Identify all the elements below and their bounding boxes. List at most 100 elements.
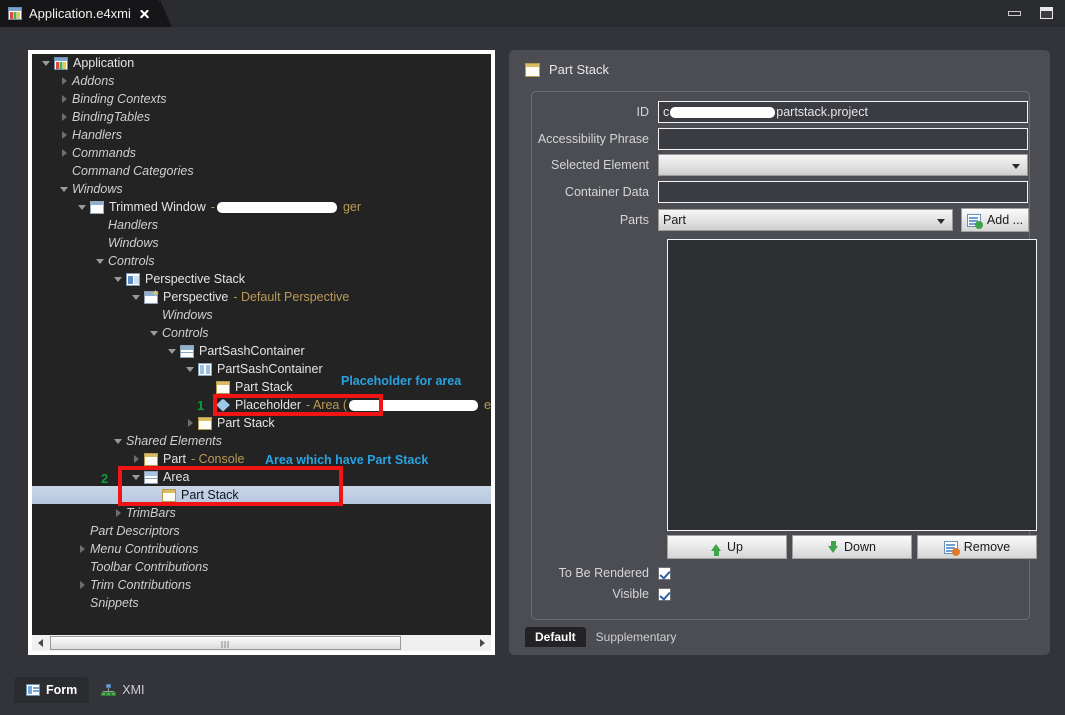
selected-element-combo[interactable]: [658, 154, 1028, 176]
collapse-arrow-icon[interactable]: [78, 580, 87, 590]
tree-row-label: Toolbar Contributions: [90, 560, 209, 574]
tree-row[interactable]: Binding Contexts: [32, 90, 491, 108]
scroll-thumb[interactable]: [50, 636, 401, 650]
expand-arrow-icon[interactable]: [132, 293, 141, 302]
annotation-placeholder-for-area: Placeholder for area: [341, 374, 462, 388]
add-button[interactable]: Add ...: [961, 208, 1029, 232]
tree-row-label: Snippets: [90, 596, 139, 610]
tree-row[interactable]: Menu Contributions: [32, 540, 491, 558]
maximize-icon: [1039, 7, 1053, 19]
down-button[interactable]: Down: [792, 535, 912, 559]
collapse-arrow-icon[interactable]: [60, 112, 69, 122]
minimize-button[interactable]: [1003, 3, 1025, 23]
tree-row[interactable]: Toolbar Contributions: [32, 558, 491, 576]
parts-combo[interactable]: Part: [658, 209, 953, 231]
to-be-rendered-checkbox[interactable]: [658, 566, 671, 580]
expand-arrow-icon[interactable]: [186, 365, 195, 374]
tree-row[interactable]: Snippets: [32, 594, 491, 612]
scroll-track[interactable]: [402, 635, 474, 651]
collapse-arrow-icon[interactable]: [60, 148, 69, 158]
expand-arrow-icon[interactable]: [132, 473, 141, 482]
up-button[interactable]: Up: [667, 535, 787, 559]
tree-row-label: Windows: [108, 236, 159, 250]
tree-row[interactable]: Controls: [32, 324, 491, 342]
page-tab-form[interactable]: Form: [14, 677, 90, 703]
tree-row-label: Binding Contexts: [72, 92, 167, 106]
tree-row[interactable]: Command Categories: [32, 162, 491, 180]
collapse-arrow-icon[interactable]: [60, 130, 69, 140]
tree-row[interactable]: Application: [32, 54, 491, 72]
tree-row[interactable]: Commands: [32, 144, 491, 162]
tree-row[interactable]: TrimBars: [32, 504, 491, 522]
tree-row-label: PartSashContainer: [199, 344, 305, 358]
page-tab-xmi[interactable]: XMI: [89, 677, 156, 703]
editor-page-tabs: Form XMI: [14, 677, 156, 703]
tree-row-label: Perspective: [163, 290, 229, 304]
tree-row[interactable]: Addons: [32, 72, 491, 90]
expand-arrow-icon[interactable]: [114, 275, 123, 284]
scroll-left-arrow-icon[interactable]: [32, 635, 49, 651]
remove-button[interactable]: Remove: [917, 535, 1037, 559]
expand-arrow-icon[interactable]: [114, 437, 123, 446]
maximize-button[interactable]: [1035, 3, 1057, 23]
properties-title: Part Stack: [549, 62, 609, 77]
tree-row[interactable]: Windows: [32, 180, 491, 198]
expand-arrow-icon[interactable]: [150, 329, 159, 338]
collapse-arrow-icon[interactable]: [78, 544, 87, 554]
close-icon[interactable]: [138, 8, 150, 20]
editor-tab-application-e4xmi[interactable]: Application.e4xmi: [0, 0, 172, 27]
redaction-mask: [349, 399, 479, 411]
tree-row[interactable]: Perspective Stack: [32, 270, 491, 288]
tree-row[interactable]: Trim Contributions: [32, 576, 491, 594]
title-bar: Application.e4xmi: [0, 0, 1065, 27]
expand-arrow-icon[interactable]: [96, 257, 105, 266]
tree-row[interactable]: BindingTables: [32, 108, 491, 126]
tree-row[interactable]: Trimmed Window - ger: [32, 198, 491, 216]
tree-row[interactable]: Handlers: [32, 216, 491, 234]
tree-row[interactable]: Windows: [32, 306, 491, 324]
marker-2: 2: [101, 471, 109, 486]
accessibility-phrase-input[interactable]: [658, 128, 1028, 150]
tree-row[interactable]: PartSashContainer: [32, 342, 491, 360]
collapse-arrow-icon[interactable]: [60, 76, 69, 86]
tree-row[interactable]: Controls: [32, 252, 491, 270]
tree-horizontal-scrollbar[interactable]: [32, 635, 491, 651]
part-icon: [216, 380, 230, 394]
scroll-right-arrow-icon[interactable]: [474, 635, 491, 651]
tree-row[interactable]: Part Descriptors: [32, 522, 491, 540]
tree-row-label: Menu Contributions: [90, 542, 199, 556]
parts-list[interactable]: [667, 239, 1037, 531]
properties-tab-default[interactable]: Default: [525, 627, 586, 647]
tree-row[interactable]: Part Stack: [32, 414, 491, 432]
tree-row[interactable]: Perspective - Default Perspective: [32, 288, 491, 306]
field-row-visible: Visible: [532, 587, 671, 601]
container-data-input[interactable]: [658, 181, 1028, 203]
tree-row[interactable]: Shared Elements: [32, 432, 491, 450]
collapse-arrow-icon[interactable]: [132, 454, 141, 464]
properties-tab-supplementary[interactable]: Supplementary: [586, 627, 687, 647]
expand-arrow-icon[interactable]: [42, 59, 51, 68]
to-be-rendered-label: To Be Rendered: [558, 566, 649, 580]
expand-arrow-icon[interactable]: [168, 347, 177, 356]
tree-row[interactable]: Placeholder - Area (e: [32, 396, 491, 414]
tree-row-label: Handlers: [108, 218, 159, 232]
expand-arrow-icon[interactable]: [78, 203, 87, 212]
collapse-arrow-icon[interactable]: [186, 418, 195, 428]
id-input[interactable]: c partstack.project: [658, 101, 1028, 123]
field-row-container-data: Container Data: [532, 181, 1028, 203]
collapse-arrow-icon[interactable]: [60, 94, 69, 104]
tree-row[interactable]: Handlers: [32, 126, 491, 144]
tree-row[interactable]: Part Stack: [32, 486, 491, 504]
application-icon: [54, 56, 68, 70]
application-window: Application.e4xmi Application Addons Bindi…: [0, 0, 1065, 715]
tree-row[interactable]: Windows: [32, 234, 491, 252]
id-label: ID: [636, 105, 650, 119]
tree-row-label: Trimmed Window: [109, 200, 206, 214]
model-tree-panel: Application Addons Binding Contexts Binding…: [28, 50, 495, 655]
collapse-arrow-icon[interactable]: [114, 508, 123, 518]
model-tree[interactable]: Application Addons Binding Contexts Binding…: [32, 54, 491, 637]
visible-checkbox[interactable]: [658, 587, 671, 601]
expand-arrow-icon[interactable]: [60, 185, 69, 194]
